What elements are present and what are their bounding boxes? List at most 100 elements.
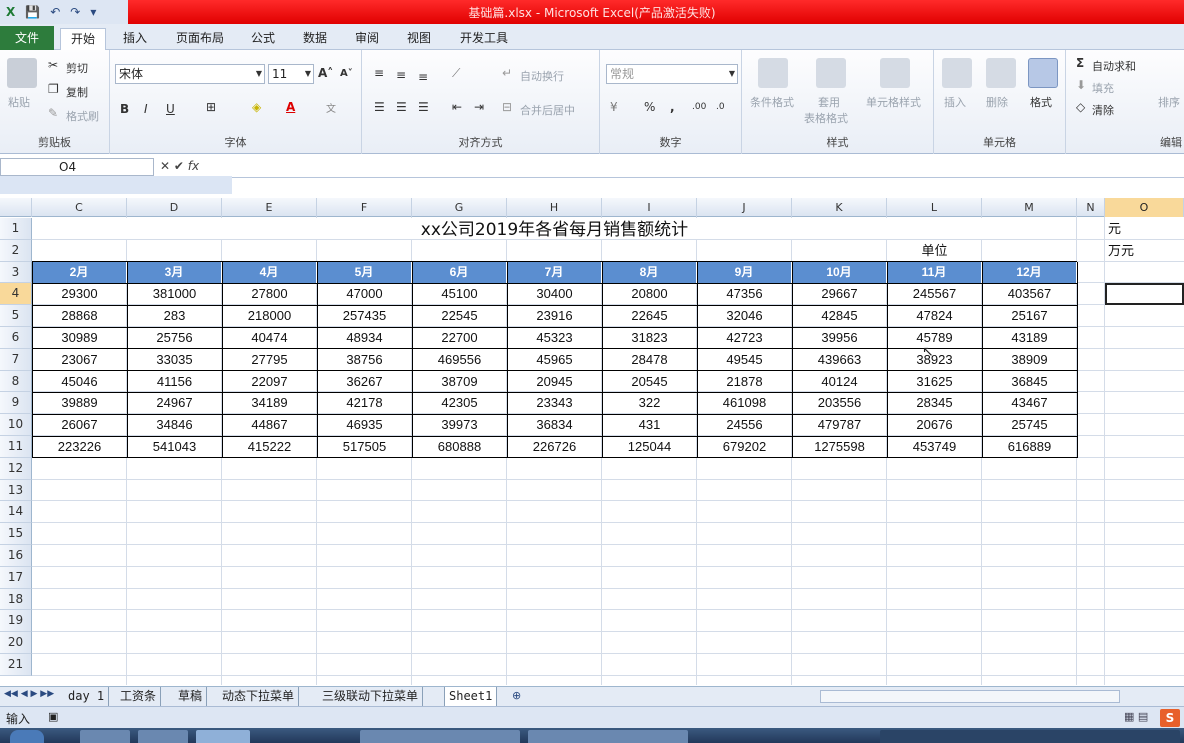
column-header-l[interactable]: L: [887, 198, 982, 217]
align-left-icon[interactable]: ☰: [374, 100, 385, 114]
data-cell[interactable]: 36834: [507, 414, 602, 436]
data-cell[interactable]: 40124: [792, 371, 887, 393]
taskbar-window[interactable]: [528, 730, 688, 743]
data-cell[interactable]: 30989: [32, 327, 127, 349]
data-cell[interactable]: 20676: [887, 414, 982, 436]
currency-icon[interactable]: ¥: [610, 100, 618, 114]
row-header-17[interactable]: 17: [0, 566, 32, 589]
data-cell[interactable]: 517505: [317, 436, 412, 458]
align-right-icon[interactable]: ☰: [418, 100, 429, 114]
underline-button[interactable]: U: [166, 102, 175, 116]
selected-cell-o4[interactable]: [1105, 283, 1184, 306]
data-cell[interactable]: 28478: [602, 349, 697, 371]
macro-record-icon[interactable]: ▣: [48, 710, 58, 723]
data-cell[interactable]: 22545: [412, 305, 507, 327]
data-cell[interactable]: 245567: [887, 283, 982, 305]
data-cell[interactable]: 26067: [32, 414, 127, 436]
column-header-e[interactable]: E: [222, 198, 317, 217]
number-format-select[interactable]: 常规 ▼: [606, 64, 738, 84]
data-cell[interactable]: 469556: [412, 349, 507, 371]
conditional-format-button[interactable]: 条件格式: [750, 94, 794, 110]
paste-button[interactable]: 粘贴: [8, 94, 30, 110]
sort-button[interactable]: 排序: [1158, 94, 1180, 110]
data-cell[interactable]: 223226: [32, 436, 127, 458]
tab-page-layout[interactable]: 页面布局: [166, 28, 234, 50]
row-header-2[interactable]: 2: [0, 239, 32, 262]
data-cell[interactable]: 45100: [412, 283, 507, 305]
sheet-tab-day1[interactable]: day 1: [64, 687, 110, 706]
horizontal-scrollbar[interactable]: [820, 690, 1120, 703]
month-header-cell[interactable]: 6月: [412, 261, 507, 284]
data-cell[interactable]: 27800: [222, 283, 317, 305]
data-cell[interactable]: 616889: [982, 436, 1077, 458]
view-normal-icon[interactable]: ▦ ▤: [1124, 710, 1148, 723]
tab-data[interactable]: 数据: [292, 28, 338, 50]
tab-review[interactable]: 审阅: [344, 28, 390, 50]
data-cell[interactable]: 31823: [602, 327, 697, 349]
data-cell[interactable]: 322: [602, 392, 697, 414]
format-painter-button[interactable]: 格式刷: [66, 108, 99, 124]
data-cell[interactable]: 44867: [222, 414, 317, 436]
month-header-cell[interactable]: 2月: [32, 261, 127, 284]
data-cell[interactable]: 43189: [982, 327, 1077, 349]
data-cell[interactable]: 23067: [32, 349, 127, 371]
row-header-5[interactable]: 5: [0, 305, 32, 327]
shrink-font-icon[interactable]: A˅: [340, 68, 353, 79]
month-header-cell[interactable]: 4月: [222, 261, 317, 284]
data-cell[interactable]: 42845: [792, 305, 887, 327]
data-cell[interactable]: 47000: [317, 283, 412, 305]
column-header-g[interactable]: G: [412, 198, 507, 217]
row-header-3[interactable]: 3: [0, 261, 32, 284]
column-header-m[interactable]: M: [982, 198, 1077, 217]
fill-color-icon[interactable]: ◈: [252, 100, 261, 114]
data-cell[interactable]: 257435: [317, 305, 412, 327]
data-cell[interactable]: 25745: [982, 414, 1077, 436]
data-cell[interactable]: 28345: [887, 392, 982, 414]
taskbar-app-icon[interactable]: [80, 730, 130, 743]
data-cell[interactable]: 36845: [982, 371, 1077, 393]
insert-function-button[interactable]: fx: [188, 159, 199, 173]
month-header-cell[interactable]: 8月: [602, 261, 697, 284]
column-header-d[interactable]: D: [127, 198, 222, 217]
data-cell[interactable]: 39889: [32, 392, 127, 414]
data-cell[interactable]: 25756: [127, 327, 222, 349]
align-center-icon[interactable]: ☰: [396, 100, 407, 114]
increase-indent-icon[interactable]: ⇥: [474, 100, 484, 114]
comma-button[interactable]: ,: [670, 100, 675, 114]
sheet-tab-salary[interactable]: 工资条: [116, 687, 162, 706]
data-cell[interactable]: 23343: [507, 392, 602, 414]
increase-decimal-icon[interactable]: .00: [692, 102, 706, 112]
row-header-12[interactable]: 12: [0, 457, 32, 480]
delete-cells-button[interactable]: 删除: [986, 94, 1008, 110]
data-cell[interactable]: 33035: [127, 349, 222, 371]
data-cell[interactable]: 45323: [507, 327, 602, 349]
taskbar-window[interactable]: [360, 730, 520, 743]
data-cell[interactable]: 48934: [317, 327, 412, 349]
enter-icon[interactable]: ✔: [174, 159, 184, 173]
data-cell[interactable]: 38756: [317, 349, 412, 371]
data-cell[interactable]: 47356: [697, 283, 792, 305]
unit-label[interactable]: 单位: [887, 240, 982, 262]
italic-button[interactable]: I: [144, 102, 148, 116]
row-header-10[interactable]: 10: [0, 414, 32, 436]
row-header-4[interactable]: 4: [0, 283, 32, 306]
borders-icon[interactable]: ⊞: [206, 100, 216, 114]
bold-button[interactable]: B: [120, 102, 129, 116]
data-cell[interactable]: 32046: [697, 305, 792, 327]
autosum-button[interactable]: 自动求和: [1092, 58, 1136, 74]
data-cell[interactable]: 27795: [222, 349, 317, 371]
data-cell[interactable]: 28868: [32, 305, 127, 327]
data-cell[interactable]: 34846: [127, 414, 222, 436]
data-cell[interactable]: 283: [127, 305, 222, 327]
data-cell[interactable]: 34189: [222, 392, 317, 414]
sheet-tab-dynamic-dropdown[interactable]: 动态下拉菜单: [218, 687, 300, 706]
fill-button[interactable]: 填充: [1092, 80, 1114, 96]
column-header-h[interactable]: H: [507, 198, 602, 217]
column-header-k[interactable]: K: [792, 198, 887, 217]
unit-option-cell[interactable]: 万元: [1108, 240, 1178, 262]
row-header-13[interactable]: 13: [0, 479, 32, 502]
decrease-indent-icon[interactable]: ⇤: [452, 100, 462, 114]
row-header-21[interactable]: 21: [0, 654, 32, 676]
row-header-15[interactable]: 15: [0, 523, 32, 545]
row-header-16[interactable]: 16: [0, 545, 32, 567]
